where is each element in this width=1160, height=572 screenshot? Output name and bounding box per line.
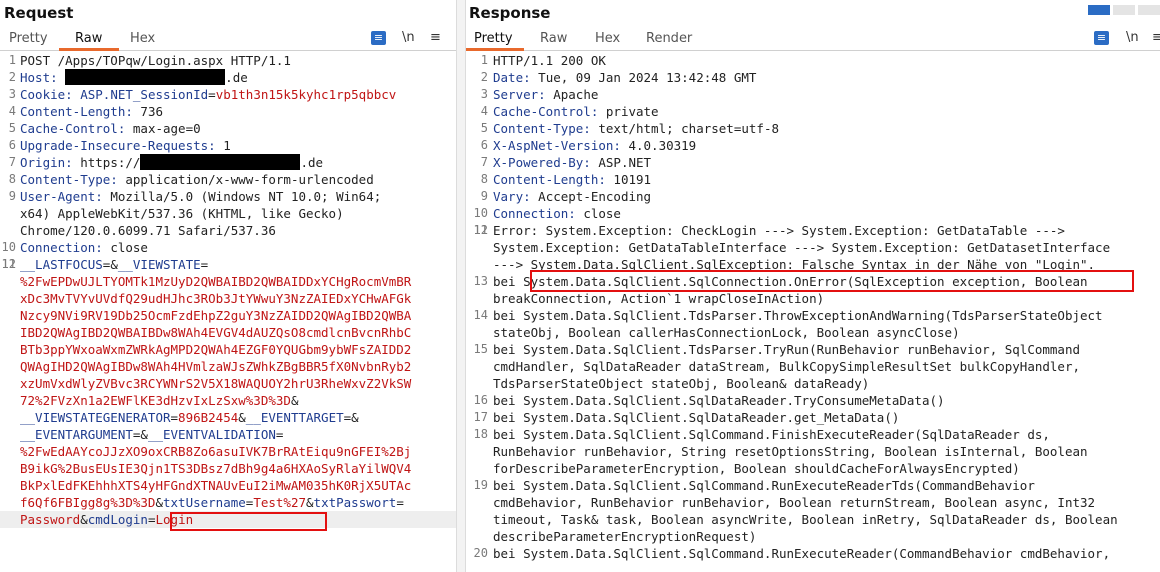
response-line: 9 Vary: Accept-Encoding xyxy=(480,189,652,204)
response-line: 14 bei System.Data.SqlClient.TdsParser.Th… xyxy=(473,308,1103,323)
request-body-line: B9ikG%2BusEUsIE3Qjn1TS3DBsz7dBh9g4a6HXAo… xyxy=(20,461,412,476)
request-body-line: BkPxlEdFKEhhhXTS4yHFGndXTNAUvEuI2iMwAM03… xyxy=(20,478,412,493)
response-line: 6 X-AspNet-Version: 4.0.30319 xyxy=(480,138,697,153)
response-tab-raw[interactable]: Raw xyxy=(540,31,567,46)
request-line: 6 Upgrade-Insecure-Requests: 1 xyxy=(8,138,231,153)
request-body-line: __VIEWSTATEGENERATOR=896B2454&__EVENTTAR… xyxy=(20,410,359,425)
response-line: ---> System.Data.SqlClient.SqlException:… xyxy=(493,257,1096,272)
request-line: x64) AppleWebKit/537.36 (KHTML, like Gec… xyxy=(20,206,344,221)
redacted-host xyxy=(65,69,226,85)
request-line: 10 Connection: close xyxy=(1,240,148,255)
request-body-line: xDc3MvTVYvUVdfQ29udHJhc3ROb3JtYWwuY3NzZA… xyxy=(20,291,412,306)
response-active-tab-underline xyxy=(466,48,524,51)
request-line: 3 Cookie: ASP.NET_SessionId=vb1th3n15k5ky… xyxy=(8,87,397,102)
request-body-line: BTb3ppYWxoaWxmZWRkAgMPD2QWAh4EZGF0YQUGbm… xyxy=(20,342,412,357)
request-tabs: Pretty Raw Hex ≡ \n ≡ xyxy=(0,28,456,51)
request-active-tab-underline xyxy=(59,48,119,51)
request-line: 2 Host: .de xyxy=(8,69,248,85)
pretty-print-icon[interactable]: ≡ xyxy=(1094,31,1109,45)
response-line: 20 bei System.Data.SqlClient.SqlCommand.R… xyxy=(473,546,1111,561)
response-line: 13 bei System.Data.SqlClient.SqlConnectio… xyxy=(473,274,1088,289)
newline-toggle-icon[interactable]: \n xyxy=(1126,30,1139,45)
request-line: 5 Cache-Control: max-age=0 xyxy=(8,121,201,136)
response-line: 17 bei System.Data.SqlClient.SqlDataReade… xyxy=(473,410,900,425)
sql-exception-text: System.Data.SqlClient.SqlException: Fals… xyxy=(530,257,1096,272)
response-tab-render[interactable]: Render xyxy=(646,31,692,46)
response-tab-hex[interactable]: Hex xyxy=(595,31,620,46)
response-line: 19 bei System.Data.SqlClient.SqlCommand.R… xyxy=(473,478,1035,493)
pretty-print-icon[interactable]: ≡ xyxy=(371,31,386,45)
newline-toggle-icon[interactable]: \n xyxy=(402,30,415,45)
hamburger-menu-icon[interactable]: ≡ xyxy=(1152,30,1160,45)
response-title: Response xyxy=(469,4,551,22)
response-line: 10 Connection: close xyxy=(473,206,621,221)
redacted-origin xyxy=(140,154,301,170)
response-line: cmdBehavior, RunBehavior runBehavior, Bo… xyxy=(493,495,1096,510)
request-body-line: f6Qf6FBIgg8g%3D%3D&txtUsername=Test%27&t… xyxy=(20,495,404,510)
response-line: 15 bei System.Data.SqlClient.TdsParser.Tr… xyxy=(473,342,1080,357)
response-line: timeout, Task& task, Boolean asyncWrite,… xyxy=(493,512,1118,527)
response-viewer[interactable]: 1 HTTP/1.1 200 OK 2 Date: Tue, 09 Jan 2024… xyxy=(466,52,1160,562)
request-body-line: %2FwEdAAYcoJJzXO9oxCRB8Zo6asuIVK7BrRAtEi… xyxy=(20,444,412,459)
response-line: RunBehavior runBehavior, String resetOpt… xyxy=(493,444,1088,459)
request-panel: Request Pretty Raw Hex ≡ \n ≡ 1 POST /App… xyxy=(0,0,456,572)
request-title: Request xyxy=(4,4,74,22)
response-line: forDescribeParameterEncryption, Boolean … xyxy=(493,461,1020,476)
response-line: 1 HTTP/1.1 200 OK xyxy=(480,53,606,68)
panel-splitter[interactable] xyxy=(456,0,466,572)
response-line: 8 Content-Length: 10191 xyxy=(480,172,652,187)
request-body-line: QWAgIHD2QWAgIBDw8WAh4HVmlzaWJsZWhkZBgBBR… xyxy=(20,359,412,374)
response-line: 12 Error: System.Exception: CheckLogin --… xyxy=(473,223,1065,238)
response-line: cmdHandler, SqlDataReader dataStream, Bu… xyxy=(493,359,1080,374)
request-body-line: 72%2FVzXn1a2EWFlKE3dHzvIxLzSxw%3D%3D& xyxy=(20,393,299,408)
request-line: 7 Origin: https://.de xyxy=(8,154,324,170)
response-line: System.Exception: GetDataTableInterface … xyxy=(493,240,1111,255)
response-line: breakConnection, Action`1 wrapCloseInAct… xyxy=(493,291,825,306)
request-body-line: %2FwEPDwUJLTYOMTk1MzUyD2QWBAIBD2QWBAIDDx… xyxy=(20,274,412,289)
request-tab-pretty[interactable]: Pretty xyxy=(9,31,48,46)
response-panel: Response Pretty Raw Hex Render ≡ \n ≡ 1H… xyxy=(466,0,1160,572)
hamburger-menu-icon[interactable]: ≡ xyxy=(430,30,441,45)
request-body-line: Nzcy9NVi9RV19Db25OcmFzdEhpZ2guY3NzZAIDD2… xyxy=(20,308,412,323)
request-line: 9 User-Agent: Mozilla/5.0 (Windows NT 10.… xyxy=(8,189,382,204)
request-line: Chrome/120.0.6099.71 Safari/537.36 xyxy=(20,223,276,238)
response-line: TdsParserStateObject stateObj, Boolean& … xyxy=(493,376,870,391)
layout-stacked-icon[interactable] xyxy=(1113,5,1135,15)
response-line: stateObj, Boolean callerHasConnectionLoc… xyxy=(493,325,960,340)
request-line: 8 Content-Type: application/x-www-form-ur… xyxy=(8,172,374,187)
request-line: 4 Content-Length: 736 xyxy=(8,104,163,119)
response-line: 7 X-Powered-By: ASP.NET xyxy=(480,155,652,170)
response-line: 2 Date: Tue, 09 Jan 2024 13:42:48 GMT xyxy=(480,70,757,85)
request-tab-raw[interactable]: Raw xyxy=(75,31,102,46)
response-line: 16 bei System.Data.SqlClient.SqlDataReade… xyxy=(473,393,945,408)
layout-side-by-side-icon[interactable] xyxy=(1088,5,1110,15)
response-line: 18 bei System.Data.SqlClient.SqlCommand.F… xyxy=(473,427,1050,442)
response-tab-pretty[interactable]: Pretty xyxy=(474,31,513,46)
request-body-line: IBD2QWAgIBD2QWBAIBDw8WAh4EVGV4dAUZQsO8cm… xyxy=(20,325,412,340)
response-tabs: Pretty Raw Hex Render ≡ \n ≡ xyxy=(466,28,1160,51)
response-line: 3 Server: Apache xyxy=(480,87,599,102)
layout-tabs-icon[interactable] xyxy=(1138,5,1160,15)
layout-toggle-icons xyxy=(1085,0,1160,15)
request-body-line: __EVENTARGUMENT=&__EVENTVALIDATION= xyxy=(20,427,284,442)
request-body-line: xzUmVxdWlyZVBvc3RCYWNrS2V5X18WAQUOY2hrU3… xyxy=(20,376,412,391)
request-body-line: Password&cmdLogin=Login xyxy=(0,511,456,528)
request-body-line: 12 __LASTFOCUS=&__VIEWSTATE= xyxy=(1,257,209,272)
request-editor[interactable]: 1 POST /Apps/TOPqw/Login.aspx HTTP/1.1 2H… xyxy=(0,52,456,528)
response-line: 4 Cache-Control: private xyxy=(480,104,659,119)
response-line: describeParameterEncryptionRequest) xyxy=(493,529,757,544)
request-tab-hex[interactable]: Hex xyxy=(130,31,155,46)
request-line: 1 POST /Apps/TOPqw/Login.aspx HTTP/1.1 xyxy=(8,53,291,68)
response-line: 5 Content-Type: text/html; charset=utf-8 xyxy=(480,121,779,136)
